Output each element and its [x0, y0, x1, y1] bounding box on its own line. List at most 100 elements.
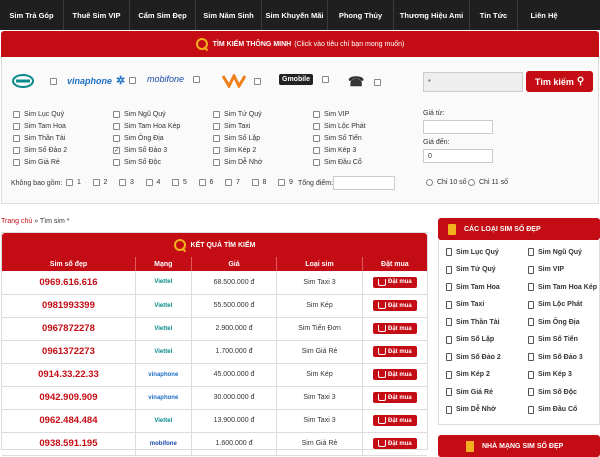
keyword-input[interactable]: * — [423, 72, 523, 92]
checkbox[interactable] — [113, 111, 120, 118]
checkbox[interactable] — [113, 135, 120, 142]
sim-type-option[interactable]: Sim Lục Quý — [13, 111, 64, 118]
carrier-landline[interactable]: ☎ — [348, 74, 382, 90]
sim-number[interactable]: 0969.616.616 — [2, 271, 136, 295]
sim-type-option[interactable]: Sim Giá Rẻ — [13, 159, 60, 166]
price-from-input[interactable] — [423, 120, 493, 134]
exclude-digit-option[interactable]: 1 — [66, 179, 81, 186]
nav-sim-tra-gop[interactable]: Sim Trả Góp — [0, 0, 64, 30]
price-to-input[interactable]: 0 — [423, 149, 493, 163]
sim-number[interactable]: 0914.33.22.33 — [2, 363, 136, 387]
sim-type-option[interactable]: Sim Dễ Nhớ — [213, 159, 262, 166]
buy-button[interactable]: Đặt mua — [373, 300, 417, 311]
checkbox[interactable] — [50, 77, 57, 85]
radio[interactable] — [426, 179, 433, 186]
sim-number[interactable]: 0962.484.484 — [2, 409, 136, 433]
nav-phong-thuy[interactable]: Phong Thủy — [328, 0, 394, 30]
checkbox[interactable] — [193, 75, 201, 83]
sidebar-item[interactable]: Sim Dễ Nhớ — [446, 405, 496, 414]
sidebar-item[interactable]: Sim Ngũ Quý — [528, 248, 582, 256]
exclude-digit-option[interactable]: 5 — [172, 179, 187, 186]
search-button[interactable]: Tìm kiếm ⚲ — [526, 71, 593, 92]
carrier-viettel[interactable] — [12, 74, 57, 88]
sim-type-option[interactable]: Sim Số Độc — [113, 159, 161, 166]
buy-button[interactable]: Đặt mua — [373, 369, 417, 380]
sim-type-option[interactable]: Sim Số Đảo 2 — [13, 147, 67, 154]
checkbox[interactable] — [145, 179, 153, 186]
sim-type-option[interactable]: Sim Taxi — [213, 123, 250, 130]
checkbox[interactable] — [213, 135, 220, 142]
sidebar-item[interactable]: Sim Giá Rẻ — [446, 388, 493, 396]
nav-cam-sim-dep[interactable]: Cẩm Sim Đẹp — [130, 0, 196, 30]
checkbox[interactable] — [254, 77, 261, 85]
checkbox[interactable] — [213, 147, 220, 154]
buy-button[interactable]: Đặt mua — [373, 392, 417, 403]
checkbox[interactable] — [251, 179, 259, 186]
checkbox[interactable] — [66, 179, 73, 186]
buy-button[interactable]: Đặt mua — [373, 415, 417, 426]
sim-type-option[interactable]: Sim Lộc Phát — [313, 123, 366, 130]
checkbox[interactable] — [322, 76, 330, 83]
nav-tin-tuc[interactable]: Tin Tức — [470, 0, 518, 30]
sim-number[interactable]: 0967872278 — [2, 317, 136, 341]
checkbox[interactable] — [13, 159, 20, 166]
checkbox[interactable] — [313, 159, 320, 166]
sidebar-item[interactable]: Sim Taxi — [446, 300, 484, 309]
sidebar-item[interactable]: Sim Thần Tài — [446, 318, 500, 326]
sim-type-option[interactable]: Sim Kép 3 — [313, 147, 356, 154]
exclude-digit-option[interactable]: 7 — [225, 179, 240, 186]
sim-number[interactable]: 0981993399 — [2, 294, 136, 318]
sidebar-item[interactable]: Sim Tứ Quý — [446, 265, 496, 274]
checkbox[interactable] — [313, 123, 320, 130]
sidebar-item[interactable]: Sim Kép 2 — [446, 370, 490, 379]
carrier-mobifone[interactable]: mobifone — [147, 74, 201, 84]
checkbox[interactable] — [313, 135, 320, 142]
sidebar-item[interactable]: Sim VIP — [528, 265, 564, 274]
nav-sim-nam-sinh[interactable]: Sim Năm Sinh — [196, 0, 262, 30]
carrier-vietnamobile[interactable] — [222, 74, 261, 88]
carrier-vinaphone[interactable]: vinaphone ✲ — [67, 74, 137, 87]
sim-type-option[interactable]: Sim Số Tiến — [313, 135, 362, 142]
nav-thuong-hieu-ami[interactable]: Thương Hiệu Ami — [394, 0, 470, 30]
sim-type-option[interactable]: Sim Đầu Cổ — [313, 159, 362, 166]
sim-type-option[interactable]: Sim Tứ Quý — [213, 111, 262, 118]
checkbox[interactable] — [13, 135, 20, 142]
sim-number[interactable]: 0961372273 — [2, 340, 136, 364]
checkbox[interactable] — [374, 78, 382, 86]
checkbox[interactable] — [225, 179, 232, 186]
checkbox[interactable] — [213, 159, 220, 166]
checkbox[interactable] — [113, 159, 120, 166]
sidebar-item[interactable]: Sim Đầu Cổ — [528, 405, 577, 414]
nav-sim-khuyen-mai[interactable]: Sim Khuyến Mãi — [262, 0, 328, 30]
sum-input[interactable] — [333, 176, 395, 190]
checkbox[interactable] — [313, 147, 320, 154]
radio-10-digits[interactable]: Chỉ 10 số — [426, 179, 467, 186]
checkbox[interactable] — [213, 123, 220, 130]
checkbox[interactable] — [13, 147, 20, 154]
radio[interactable] — [468, 179, 475, 186]
sim-type-option[interactable]: Sim Số Lặp — [213, 135, 260, 142]
sidebar-item[interactable]: Sim Số Đảo 2 — [446, 353, 501, 361]
buy-button[interactable]: Đặt mua — [373, 438, 417, 449]
exclude-digit-option[interactable]: 2 — [92, 179, 107, 186]
buy-button[interactable]: Đặt mua — [373, 276, 417, 288]
sidebar-item[interactable]: Sim Tam Hoa Kép — [528, 283, 597, 291]
checkbox[interactable] — [113, 123, 120, 130]
carrier-gmobile[interactable]: Gmobile — [279, 74, 330, 85]
checkbox[interactable] — [13, 123, 20, 130]
buy-button[interactable]: Đặt mua — [373, 323, 417, 334]
sim-type-option[interactable]: Sim Số Đảo 3 — [113, 147, 167, 154]
nav-lien-he[interactable]: Liên Hệ — [518, 0, 570, 30]
sim-type-option[interactable]: Sim VIP — [313, 111, 349, 118]
sim-type-option[interactable]: Sim Ông Địa — [113, 135, 164, 142]
sidebar-item[interactable]: Sim Số Đảo 3 — [528, 353, 583, 361]
sidebar-item[interactable]: Sim Số Độc — [528, 388, 577, 396]
sidebar-item[interactable]: Sim Lục Quý — [446, 248, 499, 256]
buy-button[interactable]: Đặt mua — [373, 346, 417, 357]
checkbox[interactable] — [92, 179, 100, 186]
sim-number[interactable]: 0942.909.909 — [2, 386, 136, 410]
sim-type-option[interactable]: Sim Tam Hoa — [13, 123, 66, 130]
sidebar-item[interactable]: Sim Lộc Phát — [528, 300, 582, 309]
checkbox[interactable] — [13, 111, 20, 118]
sim-type-option[interactable]: Sim Tam Hoa Kép — [113, 123, 180, 130]
